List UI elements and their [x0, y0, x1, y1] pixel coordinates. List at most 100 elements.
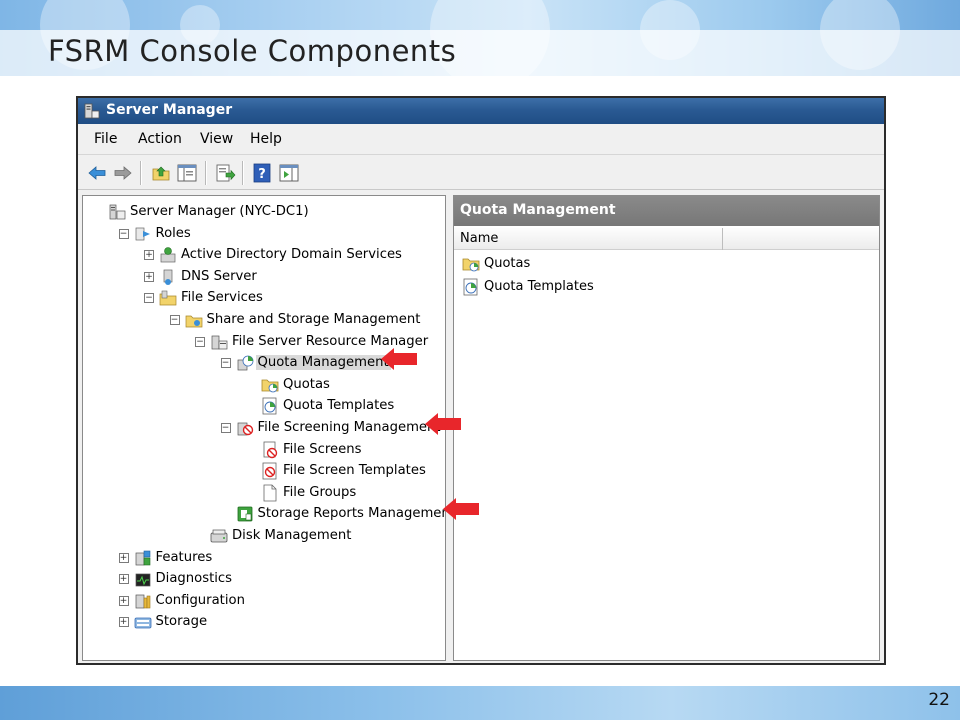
- quotas-folder-icon: [462, 258, 480, 272]
- expand-icon[interactable]: +: [144, 271, 154, 282]
- storage-reports-icon: [237, 506, 252, 522]
- quota-templates-icon: [463, 278, 478, 296]
- tree-node-file-screens[interactable]: File Screens: [83, 440, 443, 460]
- ad-ds-icon: [160, 247, 176, 263]
- tree-node-label: DNS Server: [181, 268, 257, 284]
- server-manager-icon: [109, 204, 126, 220]
- column-header-name[interactable]: Name: [460, 231, 498, 246]
- tree-node-label: Server Manager (NYC-DC1): [130, 204, 309, 219]
- tree-node-storage-reports-management[interactable]: Storage Reports Management: [83, 504, 455, 524]
- svg-text:?: ?: [258, 167, 266, 182]
- tree-node-label: File Screening Management: [257, 420, 441, 435]
- expand-icon[interactable]: +: [118, 617, 129, 628]
- file-groups-icon: [263, 484, 277, 502]
- tree-node-label: Share and Storage Management: [206, 312, 421, 327]
- menu-help[interactable]: Help: [250, 131, 282, 147]
- tree-node-label: Disk Management: [232, 528, 352, 543]
- tree-node-file-screening-management[interactable]: − File Screening Management: [83, 418, 443, 438]
- bottom-banner: [0, 686, 960, 720]
- file-services-icon: [159, 291, 177, 306]
- collapse-icon[interactable]: −: [169, 315, 180, 325]
- file-screening-icon: [237, 422, 253, 436]
- collapse-icon[interactable]: −: [220, 358, 231, 369]
- tree-node-label: File Screen Templates: [283, 463, 426, 479]
- file-screen-templates-icon: [262, 462, 277, 480]
- tree-node-quota-templates[interactable]: Quota Templates: [83, 396, 443, 416]
- help-icon[interactable]: ?: [251, 162, 273, 184]
- tree-node-label: Quota Templates: [283, 398, 395, 414]
- window-titlebar[interactable]: Server Manager: [78, 98, 884, 124]
- tree-node-label: File Screens: [283, 441, 362, 457]
- show-hide-tree-icon[interactable]: [176, 162, 198, 184]
- tree-node-diagnostics[interactable]: + Diagnostics: [83, 569, 443, 589]
- export-list-icon[interactable]: [214, 162, 236, 184]
- result-pane-header: Quota Management: [454, 196, 879, 226]
- tree-node-label: Quotas: [283, 376, 330, 392]
- expand-icon[interactable]: +: [118, 574, 129, 585]
- menu-file[interactable]: File: [94, 131, 117, 147]
- slide-title: FSRM Console Components: [48, 34, 457, 68]
- tree-node-storage[interactable]: + Storage: [83, 612, 443, 632]
- column-header: Name: [454, 228, 879, 250]
- menu-bar: File Action View Help: [78, 124, 884, 154]
- quota-templates-icon: [262, 397, 277, 415]
- slide-number: 22: [928, 690, 950, 710]
- slide: FSRM Console Components Server Manager F…: [0, 0, 960, 720]
- tree-node-active-directory-domain-services[interactable]: + Active Directory Domain Services: [83, 245, 443, 265]
- red-arrow-storage-reports-management: [443, 498, 479, 520]
- tree-node-configuration[interactable]: + Configuration: [83, 591, 443, 611]
- tree-node-disk-management[interactable]: Disk Management: [83, 526, 443, 546]
- tree-node-label: Storage: [155, 614, 208, 630]
- list-item-label: Quotas: [484, 256, 531, 271]
- red-arrow-quota-management: [381, 348, 417, 370]
- file-screens-icon: [263, 441, 278, 458]
- tree-node-roles[interactable]: − Roles: [83, 224, 443, 244]
- collapse-icon[interactable]: −: [144, 293, 154, 304]
- tree-node-quotas[interactable]: Quotas: [83, 375, 443, 395]
- tree-node-file-services[interactable]: − File Services: [83, 288, 443, 308]
- tree-node-label: Active Directory Domain Services: [181, 247, 402, 263]
- tree-node-server-manager-nyc-dc1[interactable]: Server Manager (NYC-DC1): [83, 202, 443, 222]
- disk-management-icon: [210, 529, 228, 543]
- fsrm-icon: [211, 335, 228, 349]
- tree-node-label: File Groups: [283, 484, 357, 500]
- tree-node-share-and-storage-management[interactable]: − Share and Storage Management: [83, 310, 443, 330]
- tree-node-label: File Services: [181, 290, 263, 306]
- tree-node-dns-server[interactable]: + DNS Server: [83, 267, 443, 287]
- storage-icon: [134, 617, 151, 629]
- column-divider[interactable]: [722, 228, 723, 250]
- configuration-icon: [135, 594, 150, 609]
- window-title: Server Manager: [106, 102, 233, 118]
- toolbar-separator: [242, 161, 244, 185]
- result-pane-title: Quota Management: [460, 202, 616, 218]
- expand-icon[interactable]: +: [144, 250, 154, 261]
- collapse-icon[interactable]: −: [195, 336, 205, 347]
- tree-node-features[interactable]: + Features: [83, 548, 443, 568]
- server-manager-window: Server Manager File Action View Help ? S…: [76, 96, 886, 665]
- collapse-icon[interactable]: −: [118, 228, 129, 239]
- quota-management-icon: [237, 355, 253, 371]
- list-item[interactable]: Quotas: [462, 254, 662, 274]
- result-pane: Quota Management Name Quotas Quota Templ…: [453, 195, 880, 661]
- tree-node-label: Configuration: [155, 592, 245, 608]
- tree-node-label: Roles: [155, 225, 191, 241]
- dns-server-icon: [163, 269, 173, 285]
- collapse-icon[interactable]: −: [220, 423, 231, 433]
- back-arrow-icon[interactable]: [86, 162, 108, 184]
- toolbar-separator: [140, 161, 142, 185]
- tree-node-file-screen-templates[interactable]: File Screen Templates: [83, 461, 443, 481]
- red-arrow-file-screening-management: [425, 413, 461, 435]
- quotas-folder-icon: [261, 379, 279, 393]
- up-folder-icon[interactable]: [150, 162, 172, 184]
- features-icon: [135, 550, 150, 565]
- expand-icon[interactable]: +: [118, 552, 129, 563]
- expand-icon[interactable]: +: [118, 595, 129, 606]
- menu-action[interactable]: Action: [138, 131, 182, 147]
- show-action-pane-icon[interactable]: [278, 162, 300, 184]
- tree-node-file-groups[interactable]: File Groups: [83, 483, 443, 503]
- forward-arrow-icon[interactable]: [112, 162, 134, 184]
- list-item-label: Quota Templates: [484, 279, 594, 294]
- menu-view[interactable]: View: [200, 131, 233, 147]
- tree-node-label: Features: [155, 549, 213, 565]
- list-item[interactable]: Quota Templates: [462, 277, 662, 297]
